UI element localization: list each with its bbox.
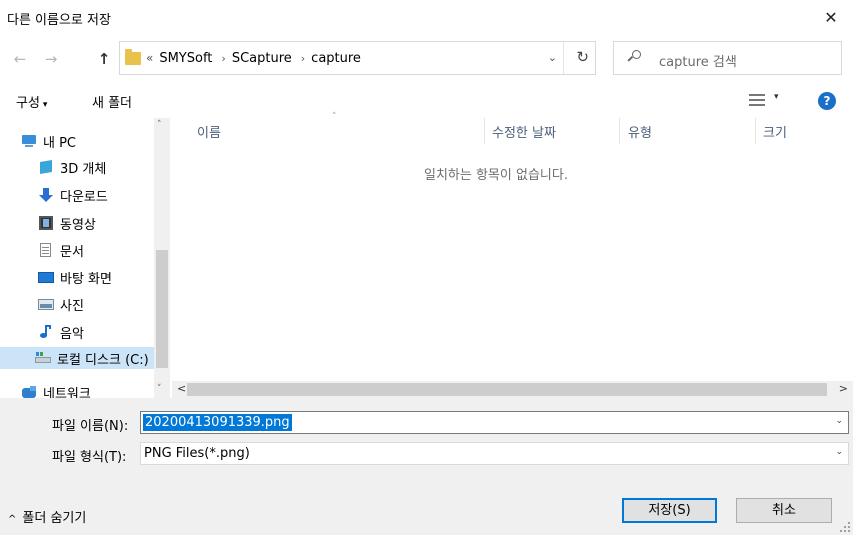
sort-ascending-icon: ˄ [332,112,337,122]
cube-icon [38,159,54,175]
download-arrow-icon [38,188,54,202]
search-icon [627,50,641,63]
sidebar-item-label: 3D 개체 [60,161,107,177]
filetype-select[interactable]: PNG Files(*.png) ⌄ [140,442,849,465]
address-divider [563,42,564,74]
navigation-pane: 내 PC 3D 개체 다운로드 동영상 문서 바탕 화면 사진 음악 로컬 디스… [0,118,170,402]
address-bar[interactable]: « SMYSoft › SCapture › capture ⌄ ↻ [119,41,596,75]
sidebar-item-3d-objects[interactable]: 3D 개체 [38,156,106,178]
filename-label: 파일 이름(N): [52,419,129,434]
empty-folder-message: 일치하는 항목이 없습니다. [424,168,568,183]
scroll-left-icon[interactable]: < [177,382,186,395]
resize-grip-icon[interactable] [840,522,850,532]
hide-folders-toggle[interactable]: ^ 폴더 숨기기 [8,507,86,526]
breadcrumb-capture[interactable]: capture [311,51,361,66]
chevron-right-icon[interactable]: › [221,52,225,65]
file-list-horizontal-scrollbar[interactable]: < > [172,381,853,398]
sidebar-item-label: 바탕 화면 [60,271,112,287]
sidebar-item-label: 음악 [60,326,84,342]
filename-value[interactable]: 20200413091339.png [143,414,292,431]
chevron-down-icon[interactable]: ⌄ [548,51,557,64]
search-placeholder: capture 검색 [659,55,737,70]
sidebar-item-this-pc[interactable]: 내 PC [21,130,76,152]
organize-label: 구성 [16,96,40,111]
column-divider[interactable] [755,118,756,144]
column-header-name[interactable]: 이름 [197,122,221,141]
caret-down-icon: ▾ [42,100,48,110]
refresh-icon[interactable]: ↻ [576,48,589,66]
column-divider[interactable] [484,118,485,144]
picture-icon [38,297,54,311]
scroll-right-icon[interactable]: > [839,382,848,395]
sidebar-item-label: 내 PC [43,135,77,151]
scroll-up-icon[interactable]: ˄ [157,120,162,130]
computer-icon [21,134,37,148]
sidebar-item-label: 문서 [60,244,84,260]
sidebar-item-label: 로컬 디스크 (C:) [57,352,149,368]
column-divider[interactable] [619,118,620,144]
chevron-right-icon[interactable]: › [301,52,305,65]
music-note-icon [38,325,54,339]
up-arrow-icon[interactable]: ↑ [93,48,115,70]
chevron-up-icon: ^ [8,514,17,525]
details-view-icon[interactable] [749,94,765,106]
chevron-down-icon[interactable]: ⌄ [835,447,843,457]
sidebar-item-pictures[interactable]: 사진 [38,293,84,315]
back-arrow-icon[interactable]: ← [9,48,31,70]
sidebar-item-downloads[interactable]: 다운로드 [38,184,108,206]
organize-button[interactable]: 구성 ▾ [16,92,47,111]
forward-arrow-icon[interactable]: → [40,48,62,70]
filetype-value: PNG Files(*.png) [144,446,250,461]
close-icon[interactable]: ✕ [819,6,843,30]
column-header-size[interactable]: 크기 [763,122,787,141]
scrollbar-thumb[interactable] [187,383,827,396]
scrollbar-thumb[interactable] [156,250,168,368]
sidebar-item-documents[interactable]: 문서 [38,239,84,261]
sidebar-item-label: 동영상 [60,217,96,233]
network-icon [21,385,37,399]
film-icon [38,216,54,230]
desktop-icon [38,270,54,284]
sidebar-item-desktop[interactable]: 바탕 화면 [38,266,112,288]
sidebar-item-label: 사진 [60,298,84,314]
breadcrumb-smysoft[interactable]: SMYSoft [159,51,212,66]
filetype-label: 파일 형식(T): [52,450,127,465]
cancel-button[interactable]: 취소 [736,498,832,523]
view-options-caret-icon[interactable]: ▾ [774,92,779,102]
command-toolbar: 구성 ▾ 새 폴더 ▾ ? [0,84,853,116]
title-bar: 다른 이름으로 저장 ✕ [0,0,853,36]
sidebar-item-label: 다운로드 [60,189,108,205]
breadcrumb-overflow-icon[interactable]: « [146,51,153,65]
document-icon [38,243,54,257]
new-folder-button[interactable]: 새 폴더 [92,92,132,111]
filename-field[interactable]: 20200413091339.png ⌄ [140,411,849,434]
column-header-type[interactable]: 유형 [628,122,652,141]
save-button[interactable]: 저장(S) [622,498,717,523]
help-icon[interactable]: ? [818,92,836,110]
disk-drive-icon [35,351,51,365]
scroll-down-icon[interactable]: ˅ [157,384,162,394]
breadcrumb-scapture[interactable]: SCapture [232,51,292,66]
sidebar-item-videos[interactable]: 동영상 [38,212,96,234]
window-title: 다른 이름으로 저장 [7,13,111,28]
column-header-date-modified[interactable]: 수정한 날짜 [492,122,556,141]
folder-icon [125,48,141,65]
search-input[interactable]: capture 검색 [613,41,842,75]
sidebar-item-music[interactable]: 음악 [38,321,84,343]
chevron-down-icon[interactable]: ⌄ [835,416,843,426]
navigation-pane-scrollbar[interactable]: ˄ ˅ [154,118,170,398]
sidebar-item-local-disk[interactable]: 로컬 디스크 (C:) [0,347,154,369]
hide-folders-label: 폴더 숨기기 [22,511,87,526]
